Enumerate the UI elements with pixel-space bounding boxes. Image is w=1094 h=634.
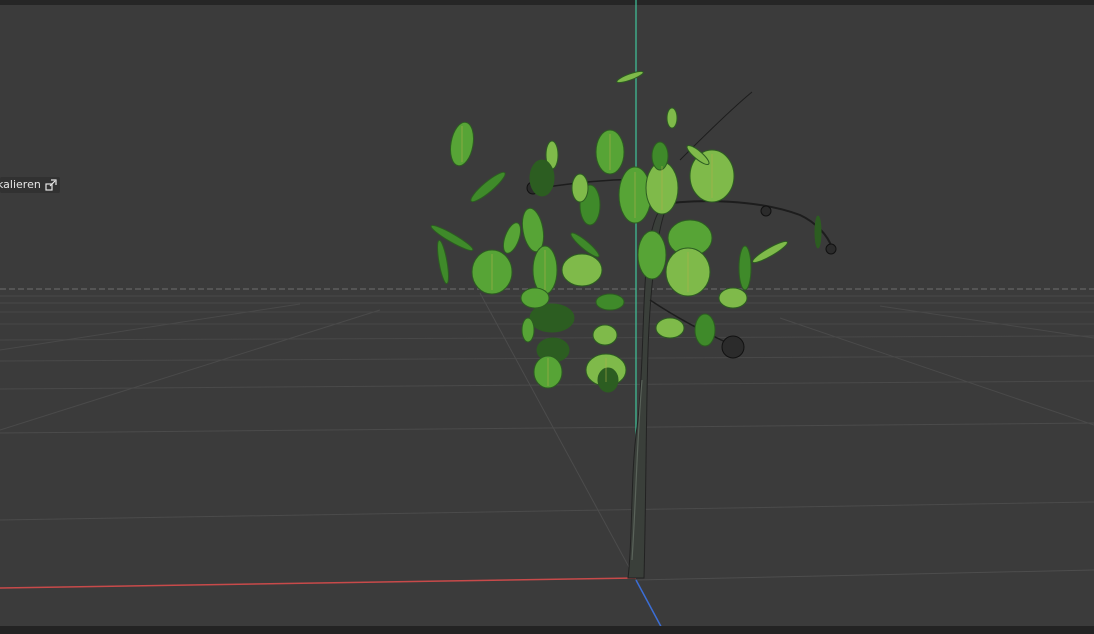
scale-tool-chip[interactable]: kalieren xyxy=(0,177,60,193)
fruit xyxy=(721,335,745,359)
3d-viewport[interactable]: kalieren xyxy=(0,0,1094,634)
scale-tool-label: kalieren xyxy=(0,178,41,191)
viewport-scene[interactable] xyxy=(0,0,1094,634)
x-axis-line xyxy=(0,577,637,589)
scale-icon xyxy=(45,179,57,191)
ground-grid xyxy=(0,288,1094,581)
bottom-edge-bar xyxy=(0,626,1094,634)
